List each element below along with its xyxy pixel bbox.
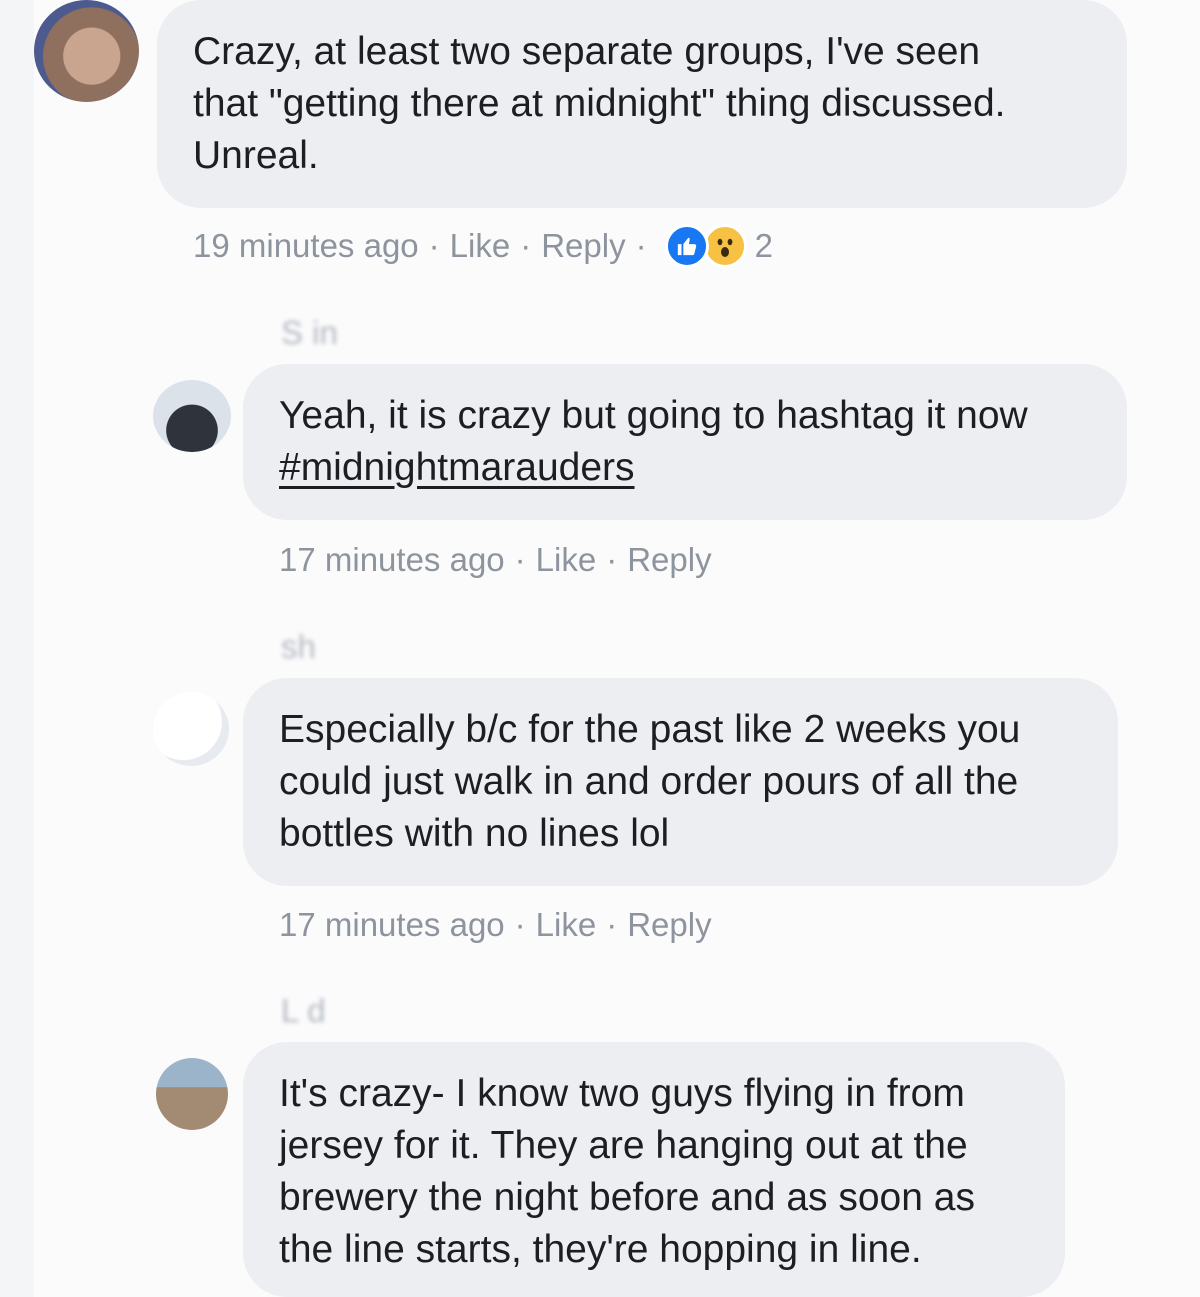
- author-name-blurred[interactable]: S in: [281, 314, 511, 352]
- author-name-blurred[interactable]: L d: [281, 992, 471, 1030]
- comment-bubble: Crazy, at least two separate groups, I'v…: [157, 0, 1127, 208]
- avatar[interactable]: [34, 0, 139, 102]
- comment-meta: 17 minutes ago · Like · Reply: [279, 903, 712, 947]
- timestamp[interactable]: 19 minutes ago: [193, 227, 419, 265]
- reactions-summary[interactable]: 2: [664, 224, 773, 268]
- comment-text-line: bottles with no lines lol: [279, 812, 670, 855]
- avatar[interactable]: [153, 692, 229, 766]
- comment-text-line: brewery the night before and as soon as: [279, 1176, 975, 1219]
- reply-link[interactable]: Reply: [627, 906, 711, 944]
- reply-link[interactable]: Reply: [541, 227, 625, 265]
- like-link[interactable]: Like: [536, 906, 597, 944]
- avatar[interactable]: [156, 1058, 228, 1130]
- author-name: L d: [281, 992, 326, 1029]
- comment-meta: 17 minutes ago · Like · Reply: [279, 538, 712, 582]
- timestamp[interactable]: 17 minutes ago: [279, 906, 505, 944]
- separator: ·: [428, 227, 440, 264]
- hashtag-link[interactable]: #midnightmarauders: [279, 442, 1091, 494]
- comment-meta: 19 minutes ago · Like · Reply · 2: [193, 224, 773, 268]
- thread-indent-bar: [0, 0, 34, 1297]
- reaction-count: 2: [754, 227, 773, 264]
- comment-text-line: It's crazy- I know two guys flying in fr…: [279, 1072, 965, 1115]
- like-icon: [664, 224, 709, 268]
- comment-text-line: jersey for it. They are hanging out at t…: [279, 1124, 968, 1167]
- like-link[interactable]: Like: [536, 541, 597, 579]
- comment-text-line: that "getting there at midnight" thing d…: [193, 82, 1006, 125]
- separator: ·: [635, 227, 647, 264]
- comment-bubble: It's crazy- I know two guys flying in fr…: [243, 1042, 1065, 1297]
- comment-text-line: Yeah, it is crazy but going to hashtag i…: [279, 394, 1028, 437]
- author-name-blurred[interactable]: sh: [281, 628, 451, 666]
- separator: ·: [606, 541, 618, 578]
- wow-icon: [702, 224, 747, 268]
- comment-text-line: the line starts, they're hopping in line…: [279, 1228, 922, 1271]
- author-name: sh: [281, 628, 316, 665]
- separator: ·: [514, 541, 526, 578]
- comment-text-line: Unreal.: [193, 134, 319, 177]
- comment-text-line: could just walk in and order pours of al…: [279, 760, 1019, 803]
- author-name: S in: [281, 314, 338, 351]
- timestamp[interactable]: 17 minutes ago: [279, 541, 505, 579]
- like-link[interactable]: Like: [450, 227, 511, 265]
- reply-link[interactable]: Reply: [627, 541, 711, 579]
- separator: ·: [606, 906, 618, 943]
- comment-text-line: Especially b/c for the past like 2 weeks…: [279, 708, 1021, 751]
- comment-bubble: Yeah, it is crazy but going to hashtag i…: [243, 364, 1127, 520]
- avatar[interactable]: [153, 380, 231, 452]
- comment-text-line: Crazy, at least two separate groups, I'v…: [193, 30, 981, 73]
- separator: ·: [520, 227, 532, 264]
- separator: ·: [514, 906, 526, 943]
- comment-bubble: Especially b/c for the past like 2 weeks…: [243, 678, 1118, 886]
